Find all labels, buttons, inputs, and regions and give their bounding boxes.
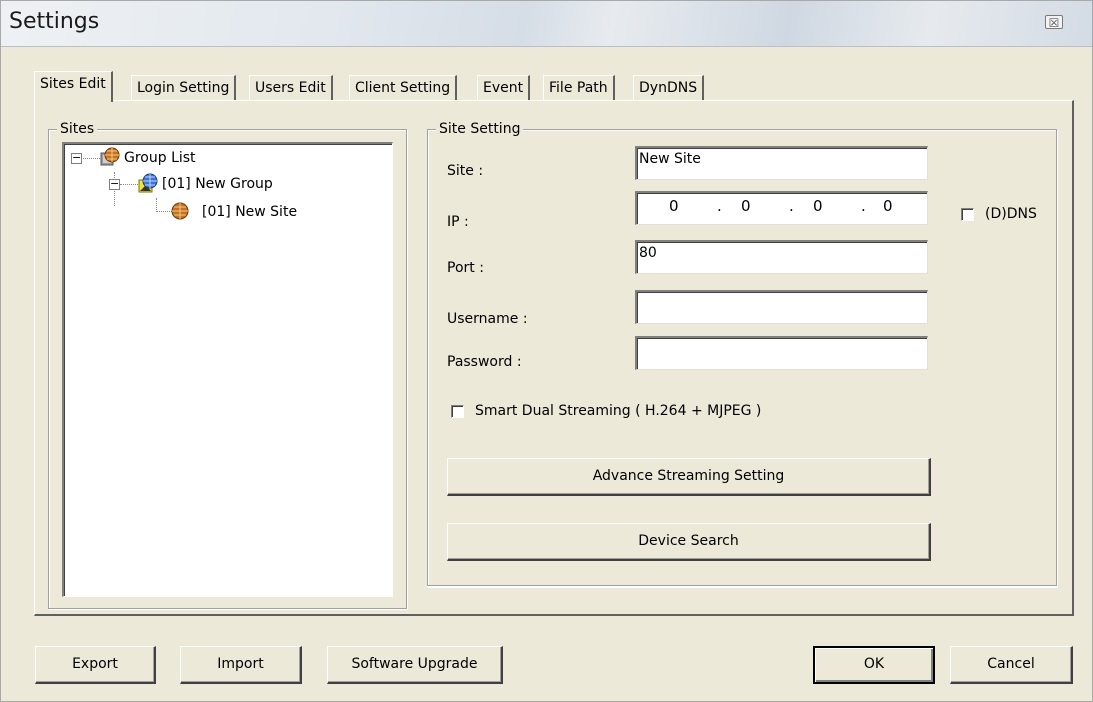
import-button[interactable]: Import (180, 646, 302, 684)
tree-item-new-group[interactable]: [01] New Group (162, 175, 273, 193)
tab-users-edit[interactable]: Users Edit (249, 75, 333, 101)
password-label: Password : (447, 354, 522, 370)
smart-dual-streaming-checkbox[interactable] (451, 405, 464, 418)
ip-address-field[interactable]: 0 . 0 . 0 . 0 (635, 191, 928, 225)
collapse-icon[interactable]: − (71, 152, 82, 164)
title-bar[interactable]: Settings ☒ (1, 1, 1092, 47)
tree-item-new-site[interactable]: [01] New Site (202, 203, 297, 221)
window-title: Settings (9, 9, 100, 34)
port-field[interactable]: 80 (635, 240, 928, 274)
export-button[interactable]: Export (35, 646, 156, 684)
collapse-icon[interactable]: − (109, 178, 120, 190)
sites-tree[interactable]: − Group List − [01] New Group [01] New S… (62, 142, 393, 597)
device-search-button[interactable]: Device Search (447, 523, 931, 561)
cancel-button[interactable]: Cancel (950, 646, 1073, 684)
tree-connector (156, 198, 157, 212)
ip-octet-3: 0 (813, 197, 823, 215)
close-icon[interactable]: ☒ (1045, 15, 1063, 30)
ddns-label: (D)DNS (985, 206, 1037, 222)
site-icon (171, 202, 189, 220)
ip-octet-4: 0 (883, 197, 893, 215)
ip-separator: . (717, 197, 722, 215)
password-field[interactable] (635, 336, 928, 370)
site-setting-separator (427, 585, 1057, 587)
ok-button[interactable]: OK (813, 646, 935, 684)
ip-octet-1: 0 (669, 197, 679, 215)
tab-dyndns[interactable]: DynDNS (633, 75, 705, 101)
tree-item-group-list[interactable]: Group List (124, 149, 196, 167)
tab-event[interactable]: Event (477, 75, 531, 101)
site-label: Site : (447, 163, 484, 179)
tab-login-setting[interactable]: Login Setting (131, 75, 237, 101)
tab-sites-edit[interactable]: Sites Edit (34, 71, 113, 102)
ip-separator: . (789, 197, 794, 215)
ddns-checkbox[interactable] (961, 208, 974, 221)
port-label: Port : (447, 260, 484, 276)
smart-dual-streaming-label: Smart Dual Streaming ( H.264 + MJPEG ) (475, 403, 762, 419)
site-setting-legend: Site Setting (436, 120, 524, 138)
username-field[interactable] (635, 290, 928, 324)
settings-window: Settings ☒ Sites Edit Login Setting User… (0, 0, 1093, 702)
tab-file-path[interactable]: File Path (543, 75, 615, 101)
group-list-icon (100, 147, 120, 166)
ip-label: IP : (447, 214, 469, 230)
advance-streaming-setting-button[interactable]: Advance Streaming Setting (447, 458, 931, 496)
sites-legend: Sites (57, 120, 98, 138)
username-label: Username : (447, 311, 528, 327)
site-name-field[interactable]: New Site (635, 146, 928, 180)
tab-client-setting[interactable]: Client Setting (349, 75, 458, 101)
software-upgrade-button[interactable]: Software Upgrade (327, 646, 503, 684)
ip-octet-2: 0 (741, 197, 751, 215)
ip-separator: . (861, 197, 866, 215)
globe-group-icon (138, 173, 158, 193)
